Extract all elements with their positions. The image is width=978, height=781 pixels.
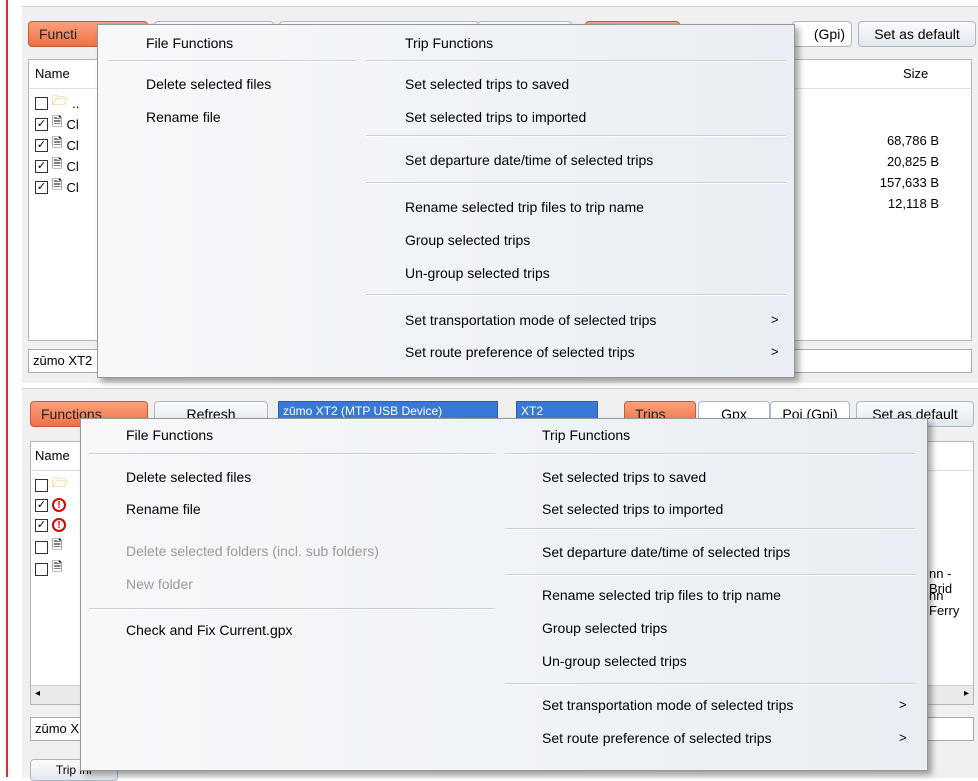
left-red-border [6,0,8,777]
menu-separator [89,453,495,455]
file-size: 20,825 B [886,154,939,169]
row-checkbox[interactable]: ✓ [35,138,48,152]
row-checkbox[interactable] [35,96,48,110]
submenu-arrow-icon: > [771,312,779,327]
menu-separator [366,60,786,62]
menu-item-route-preference[interactable]: Set route preference of selected trips [405,344,635,360]
list-item[interactable]: ✓ 🗎 Cl [35,155,79,177]
row-checkbox[interactable] [35,540,48,554]
warning-icon: ! [52,498,66,512]
submenu-arrow-icon: > [899,730,907,745]
menu-item-ungroup-trips[interactable]: Un-group selected trips [542,653,687,669]
menu-separator [505,574,915,576]
menu-separator [89,608,495,610]
menu-item-ungroup-trips[interactable]: Un-group selected trips [405,265,550,281]
file-size: 12,118 B [887,196,939,211]
menu-item-rename-trip-files[interactable]: Rename selected trip files to trip name [405,199,644,215]
top-col-size[interactable]: Size [903,66,928,81]
file-icon: 🗎 [52,156,63,171]
menu-item-check-fix-current[interactable]: Check and Fix Current.gpx [126,622,293,638]
row-name: .. [72,95,80,111]
row-checkbox[interactable] [35,478,48,492]
menu-item-rename-trip-files[interactable]: Rename selected trip files to trip name [542,587,781,603]
menu-item-set-departure[interactable]: Set departure date/time of selected trip… [542,544,790,560]
list-item[interactable]: 🗎 [35,536,62,558]
menu-separator [108,60,356,62]
menu-item-new-folder: New folder [126,576,193,592]
menu-item-set-trips-saved[interactable]: Set selected trips to saved [405,76,569,92]
menu-item-delete-selected-files[interactable]: Delete selected files [126,469,251,485]
menu-separator [366,182,786,184]
row-name: Cl [66,158,79,174]
file-size: 68,786 B [886,133,939,148]
row-checkbox[interactable]: ✓ [35,180,48,194]
row-checkbox[interactable]: ✓ [35,117,48,131]
row-name: Cl [66,179,79,195]
menu-item-route-preference[interactable]: Set route preference of selected trips [542,730,772,746]
menu-item-group-trips[interactable]: Group selected trips [405,232,530,248]
submenu-arrow-icon: > [771,344,779,359]
menu-header-trip-functions: Trip Functions [405,35,494,51]
list-item[interactable]: ✓ 🗎 Cl [35,113,79,135]
file-size: 157,633 B [879,175,939,190]
menu-header-file-functions: File Functions [126,427,214,443]
bottom-context-menu: File Functions Trip Functions Delete sel… [80,418,928,771]
menu-separator [505,528,915,530]
menu-item-set-departure[interactable]: Set departure date/time of selected trip… [405,152,653,168]
menu-item-transport-mode[interactable]: Set transportation mode of selected trip… [542,697,793,713]
top-gpi-tab[interactable]: (Gpi) [792,21,852,47]
row-name: Cl [66,116,79,132]
menu-item-delete-selected-files[interactable]: Delete selected files [146,76,271,92]
list-item[interactable]: ✓ 🗎 Cl [35,134,79,156]
top-col-name[interactable]: Name [35,66,70,81]
folder-icon: 🗁 [52,475,69,490]
file-icon: 🗎 [52,559,63,574]
menu-item-transport-mode[interactable]: Set transportation mode of selected trip… [405,312,656,328]
row-checkbox[interactable]: ✓ [35,159,48,173]
folder-icon: 🗁 [52,93,69,108]
list-item[interactable]: ✓ ! [35,514,66,536]
menu-separator [505,683,915,685]
menu-item-rename-file[interactable]: Rename file [126,501,201,517]
top-set-default-button[interactable]: Set as default [858,21,976,47]
trip-name-partial: nn Ferry [929,588,960,618]
file-icon: 🗎 [52,177,63,192]
row-checkbox[interactable] [35,562,48,576]
scroll-left-arrow-icon[interactable]: ◂ [35,688,40,699]
menu-item-set-trips-saved[interactable]: Set selected trips to saved [542,469,706,485]
menu-header-file-functions: File Functions [146,35,234,51]
file-icon: 🗎 [52,114,63,129]
bottom-col-name[interactable]: Name [35,448,70,463]
top-context-menu: File Functions Trip Functions Delete sel… [97,24,795,378]
warning-icon: ! [52,518,66,532]
submenu-arrow-icon: > [899,697,907,712]
menu-separator [366,135,786,137]
menu-item-rename-file[interactable]: Rename file [146,109,221,125]
menu-item-group-trips[interactable]: Group selected trips [542,620,667,636]
menu-item-set-trips-imported[interactable]: Set selected trips to imported [542,501,723,517]
menu-header-trip-functions: Trip Functions [542,427,631,443]
list-item[interactable]: 🗎 [35,558,62,580]
list-item[interactable]: ✓ ! [35,494,66,516]
list-item[interactable]: ✓ 🗎 Cl [35,176,79,198]
list-item[interactable]: 🗁 .. [35,92,79,114]
menu-separator [366,294,786,296]
row-name: Cl [66,137,79,153]
scroll-right-arrow-icon[interactable]: ▸ [964,688,969,699]
row-checkbox[interactable]: ✓ [35,518,48,532]
row-checkbox[interactable]: ✓ [35,498,48,512]
menu-item-delete-folders: Delete selected folders (incl. sub folde… [126,543,379,559]
list-item[interactable]: 🗁 [35,474,68,496]
menu-item-set-trips-imported[interactable]: Set selected trips to imported [405,109,586,125]
file-icon: 🗎 [52,537,63,552]
menu-separator [505,453,915,455]
file-icon: 🗎 [52,135,63,150]
